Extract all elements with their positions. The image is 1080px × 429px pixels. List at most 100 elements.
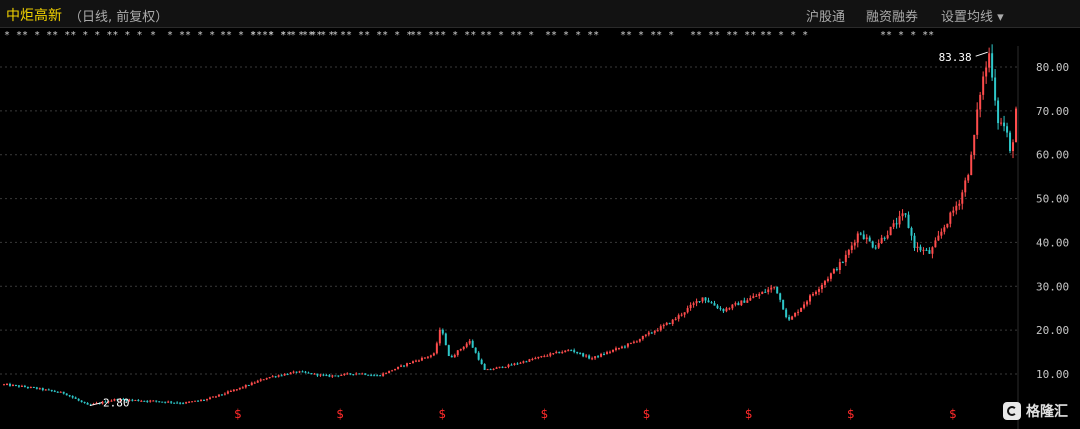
candle-body	[232, 389, 235, 392]
candle-body	[379, 375, 382, 377]
y-tick-label: 40.00	[1036, 236, 1069, 249]
candle-body	[411, 361, 414, 364]
candle-body	[391, 370, 394, 372]
candle-body	[850, 245, 853, 250]
candle-body	[794, 312, 797, 317]
candle-body	[791, 316, 794, 320]
candle-body	[304, 371, 307, 373]
candle-body	[561, 352, 564, 354]
candle-body	[313, 373, 316, 375]
candle-body	[540, 356, 543, 358]
candle-body	[516, 363, 519, 365]
candle-body	[229, 391, 232, 393]
candle-body	[567, 350, 570, 352]
candle-body	[755, 295, 758, 297]
candlestick-chart: 10.00 20.00 30.00 40.00 50.00 60.00 70.00 80.00…	[0, 44, 1069, 429]
candle-body	[152, 400, 155, 402]
candle-body	[546, 355, 549, 357]
candle-body	[665, 322, 668, 325]
candle-body	[1003, 122, 1006, 127]
candle-body	[585, 355, 588, 357]
candle-body	[226, 391, 229, 394]
candle-body	[880, 237, 883, 244]
candle-body	[528, 359, 531, 362]
candle-body	[656, 330, 659, 332]
candle-body	[764, 291, 767, 293]
candle-body	[397, 366, 400, 369]
candle-body	[349, 373, 352, 375]
candle-body	[740, 300, 743, 306]
candle-body	[970, 154, 973, 176]
candle-body	[531, 359, 534, 361]
candle-body	[316, 373, 319, 376]
candle-body	[44, 389, 47, 391]
candle-body	[704, 297, 707, 301]
candle-body	[776, 286, 779, 294]
candle-body	[832, 269, 835, 274]
candle-body	[841, 262, 844, 264]
candle-body	[244, 385, 247, 388]
candle-body	[298, 371, 301, 373]
candle-body	[701, 297, 704, 302]
candle-body	[394, 368, 397, 371]
candle-body	[68, 395, 71, 397]
candle-body	[480, 359, 483, 365]
candle-body	[800, 307, 803, 312]
candle-body	[725, 308, 728, 312]
candle-body	[782, 299, 785, 310]
candle-body	[683, 312, 686, 315]
candle-body	[573, 350, 576, 352]
candle-body	[847, 249, 850, 255]
candle-body	[131, 399, 134, 401]
candle-body	[423, 357, 426, 359]
candle-body	[435, 343, 438, 354]
candle-body	[307, 372, 310, 374]
candle-body	[871, 241, 874, 248]
candle-body	[182, 403, 185, 405]
candle-body	[11, 384, 14, 386]
candle-body	[862, 234, 865, 240]
candle-body	[859, 233, 862, 235]
candle-body	[991, 53, 994, 78]
candle-body	[749, 298, 752, 301]
candle-body	[501, 366, 504, 368]
candle-body	[406, 363, 409, 366]
candle-body	[268, 377, 271, 379]
chart-window: 中炬高新 （日线, 前复权） 沪股通 融资融券 设置均线 ▾ * ** * **…	[0, 0, 1080, 429]
candle-body	[208, 397, 211, 400]
candle-body	[674, 318, 677, 320]
candle-body	[916, 246, 919, 248]
candle-body	[280, 375, 283, 377]
candle-body	[271, 376, 274, 378]
candle-body	[886, 235, 889, 239]
candle-body	[812, 293, 815, 296]
candle-body	[1015, 108, 1017, 143]
candle-body	[922, 249, 925, 251]
candle-body	[853, 242, 856, 246]
candle-body	[976, 109, 979, 135]
candle-body	[459, 349, 462, 351]
y-tick-label: 30.00	[1036, 280, 1069, 293]
candle-body	[370, 375, 373, 377]
candle-body	[934, 240, 937, 248]
candle-body	[620, 346, 623, 348]
candle-body	[594, 356, 597, 359]
candle-body	[29, 386, 32, 388]
candle-body	[826, 278, 829, 282]
candle-body	[949, 212, 952, 224]
candle-body	[432, 353, 435, 356]
candle-body	[519, 362, 522, 364]
candle-body	[961, 192, 964, 204]
candle-body	[80, 400, 83, 402]
y-tick-label: 20.00	[1036, 324, 1069, 337]
candle-body	[283, 373, 286, 376]
candle-body	[907, 214, 910, 228]
candle-body	[170, 401, 173, 403]
candle-body	[779, 293, 782, 300]
candle-body	[483, 364, 486, 370]
candle-body	[695, 301, 698, 304]
candle-body	[388, 370, 391, 374]
candle-body	[211, 396, 214, 398]
candle-body	[56, 391, 59, 393]
dividend-marker: $	[234, 407, 242, 421]
